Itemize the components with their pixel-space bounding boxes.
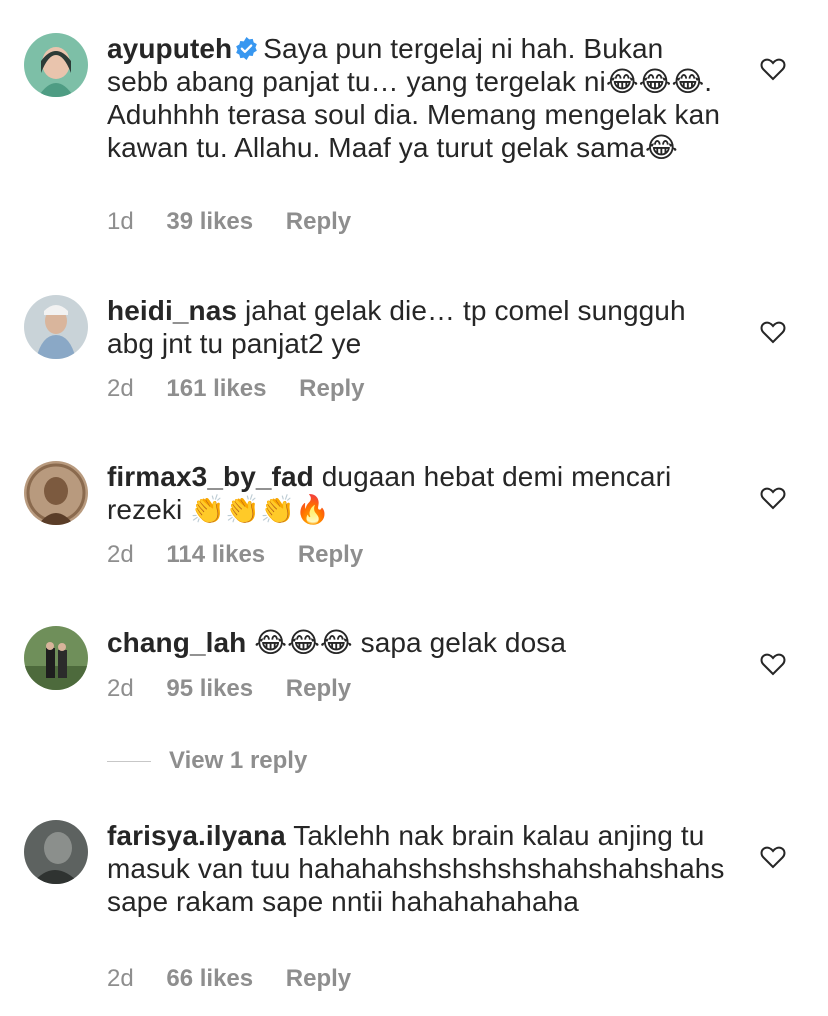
likes-count[interactable]: 161 likes (166, 375, 266, 402)
comment-timestamp: 2d (107, 375, 134, 402)
reply-button[interactable]: Reply (286, 965, 351, 992)
heart-outline-icon[interactable] (760, 486, 786, 510)
avatar[interactable] (24, 33, 88, 97)
likes-count[interactable]: 39 likes (166, 208, 253, 235)
likes-count[interactable]: 114 likes (166, 541, 265, 568)
avatar[interactable] (24, 295, 88, 359)
comment-username[interactable]: heidi_nas (107, 295, 237, 326)
reply-button[interactable]: Reply (286, 208, 351, 235)
likes-count[interactable]: 95 likes (166, 675, 253, 702)
avatar[interactable] (24, 461, 88, 525)
heart-outline-icon[interactable] (760, 845, 786, 869)
comment-text: 😂😂😂 sapa gelak dosa (254, 627, 567, 658)
comment-username[interactable]: firmax3_by_fad (107, 461, 314, 492)
reply-button[interactable]: Reply (299, 375, 364, 402)
view-replies-label: View 1 reply (169, 747, 308, 774)
comment-username[interactable]: ayuputeh (107, 33, 232, 64)
avatar[interactable] (24, 626, 88, 690)
reply-button[interactable]: Reply (298, 541, 363, 568)
heart-outline-icon[interactable] (760, 320, 786, 344)
divider-line (107, 760, 151, 762)
heart-outline-icon[interactable] (760, 652, 786, 676)
reply-button[interactable]: Reply (286, 675, 351, 702)
avatar[interactable] (24, 820, 88, 884)
comment-username[interactable]: chang_lah (107, 627, 246, 658)
comment-timestamp: 2d (107, 965, 134, 992)
heart-outline-icon[interactable] (760, 57, 786, 81)
comment-timestamp: 2d (107, 675, 134, 702)
comment-username[interactable]: farisya.ilyana (107, 820, 286, 851)
comment-timestamp: 2d (107, 541, 134, 568)
verified-badge-icon (236, 37, 258, 60)
view-replies-button[interactable]: View 1 reply (107, 745, 307, 777)
comment-timestamp: 1d (107, 208, 134, 235)
likes-count[interactable]: 66 likes (166, 965, 253, 992)
